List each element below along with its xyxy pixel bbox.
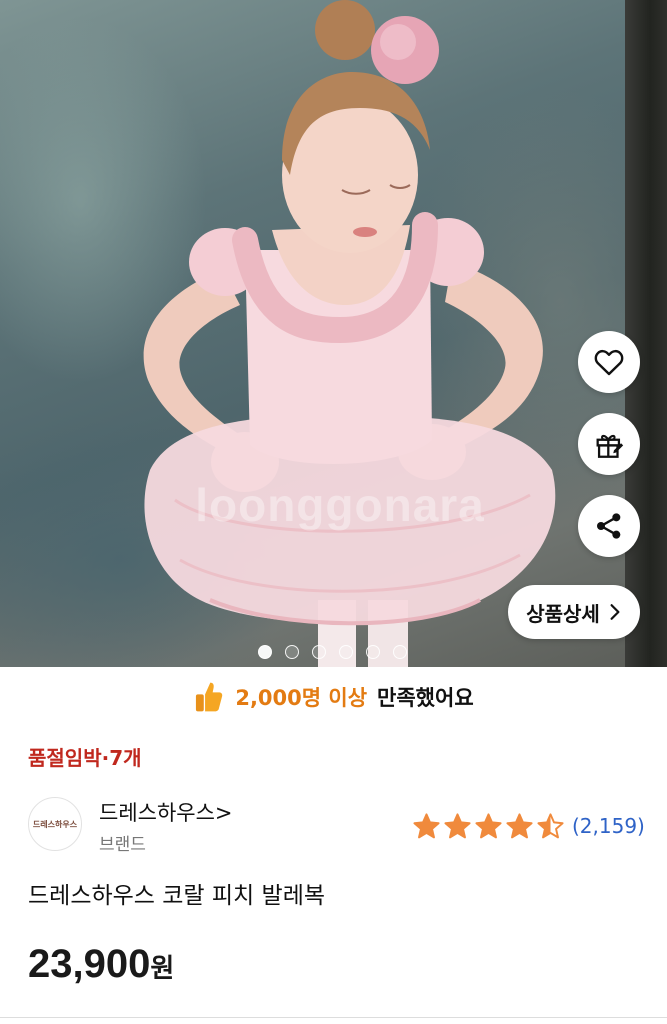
carousel-pagination [258,645,407,659]
satisfaction-count: 2,000명 이상 [235,686,368,710]
gift-button[interactable] [578,413,640,475]
pagination-dot[interactable] [393,645,407,659]
star-icon [506,813,533,839]
brand-logo[interactable]: 드레스하우스 [28,797,82,851]
wishlist-button[interactable] [578,331,640,393]
star-icon [537,813,564,839]
product-name: 드레스하우스 코랄 피치 발레복 [28,883,326,909]
pagination-dot[interactable] [312,645,326,659]
product-detail-label: 상품상세 [526,601,600,626]
pagination-dot[interactable] [366,645,380,659]
star-icon [475,813,502,839]
pagination-dot[interactable] [258,645,272,659]
star-icon [413,813,440,839]
satisfaction-banner: 2,000명 이상 만족했어요 [0,667,667,727]
heart-icon [594,349,624,376]
brand-logo-text: 드레스하우스 [32,819,78,829]
stock-notice: 품절임박·7개 [28,746,142,770]
pagination-dot[interactable] [339,645,353,659]
brand-link[interactable]: 드레스하우스> [99,797,233,827]
price-unit: 원 [150,954,175,984]
chevron-right-icon [610,604,620,620]
product-price: 23,900원 [28,942,174,987]
product-photo [143,0,556,667]
share-icon [597,513,621,539]
thumbs-up-icon [196,682,223,712]
rating-stars [412,812,565,841]
product-detail-button[interactable]: 상품상세 [508,585,640,639]
section-divider [0,1017,667,1018]
share-button[interactable] [578,495,640,557]
brand-sub-label: 브랜드 [99,835,146,855]
review-count-link[interactable]: (2,159) [572,814,645,838]
price-number: 23,900 [28,942,151,986]
watermark: loonggonara [195,479,485,531]
star-icon [444,813,471,839]
product-image-carousel[interactable]: loonggonara 상품상세 [0,0,667,667]
gift-icon [596,434,624,458]
satisfaction-text: 만족했어요 [377,686,474,710]
pagination-dot[interactable] [285,645,299,659]
